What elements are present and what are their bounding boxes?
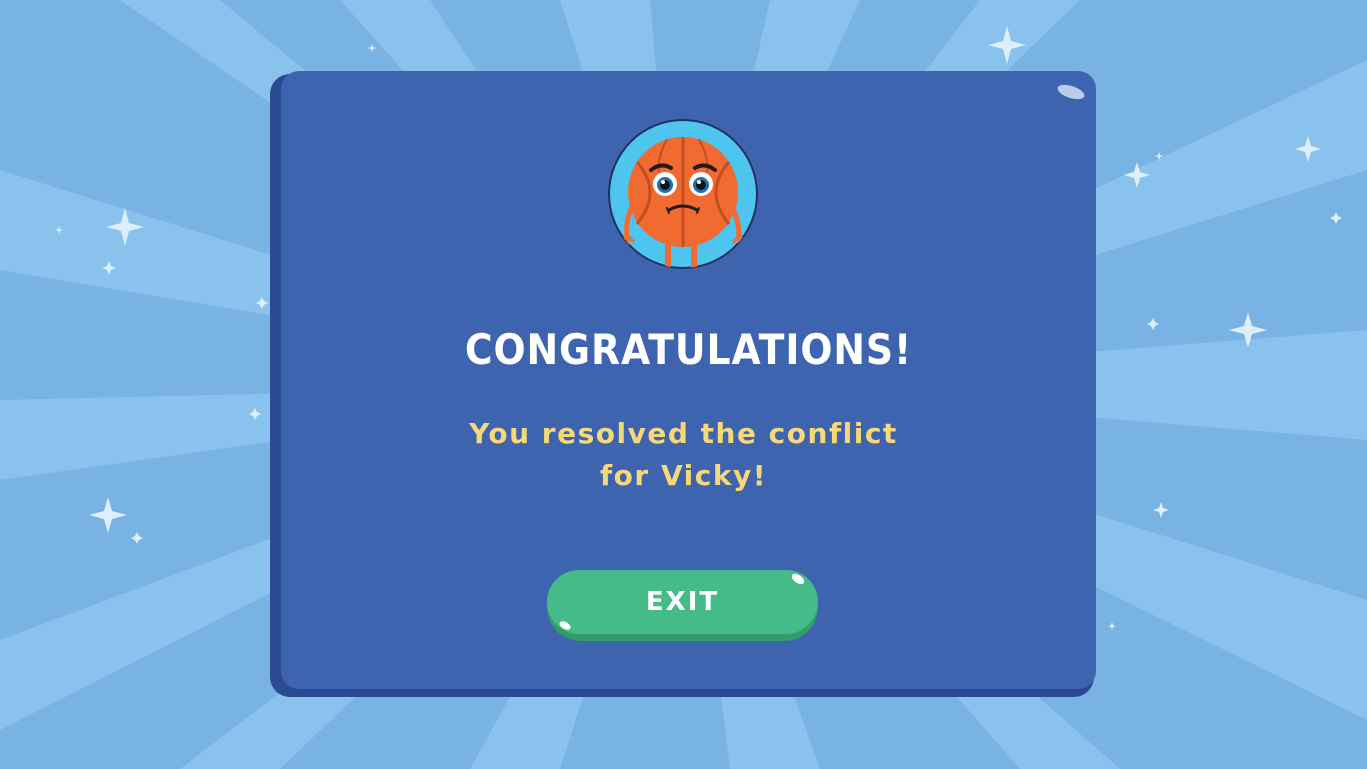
result-message-line-1: You resolved the conflict	[469, 417, 898, 450]
exit-button-container: EXIT	[547, 570, 818, 642]
congratulations-title: CONGRATULATIONS!	[464, 325, 913, 374]
result-message: You resolved the conflict for Vicky!	[432, 413, 935, 497]
exit-button[interactable]: EXIT	[547, 570, 818, 634]
basketball-character-icon	[608, 119, 758, 269]
result-message-line-2: for Vicky!	[600, 459, 767, 492]
